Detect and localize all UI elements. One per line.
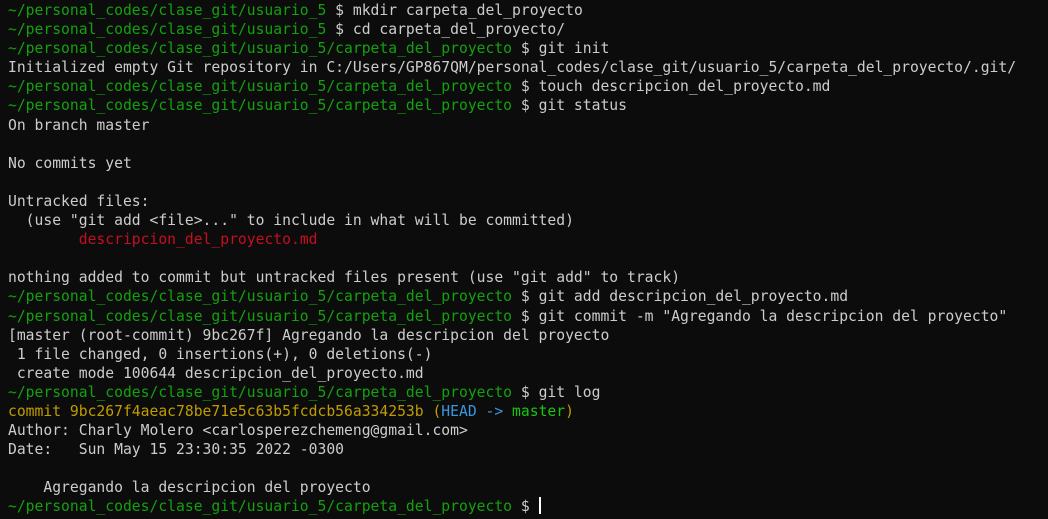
untracked-file-name: descripcion_del_proyecto.md — [78, 231, 318, 249]
terminal-window[interactable]: ~/personal_codes/clase_git/usuario_5 $ m… — [0, 0, 1048, 519]
prompt-symbol: $ — [512, 97, 539, 115]
prompt-symbol: $ — [326, 21, 353, 39]
command-line: ~/personal_codes/clase_git/usuario_5/car… — [8, 307, 1040, 326]
command-text: git status — [538, 97, 627, 115]
output-line: No commits yet — [8, 154, 132, 172]
output-line: Author: Charly Molero <carlosperezchemen… — [8, 422, 468, 440]
prompt-path: ~/personal_codes/clase_git/usuario_5/car… — [8, 40, 513, 58]
untracked-file-line: descripcion_del_proyecto.md — [8, 230, 1040, 249]
prompt-path: ~/personal_codes/clase_git/usuario_5/car… — [8, 97, 513, 115]
output-line: On branch master — [8, 116, 150, 134]
command-text: cd carpeta_del_proyecto/ — [352, 21, 566, 39]
output-line: 1 file changed, 0 insertions(+), 0 delet… — [8, 345, 433, 363]
command-text: git log — [538, 383, 601, 401]
prompt-symbol: $ — [512, 498, 539, 516]
command-text: git init — [538, 40, 610, 58]
output-line: [master (root-commit) 9bc267f] Agregando… — [8, 326, 610, 344]
prompt-path: ~/personal_codes/clase_git/usuario_5 — [8, 21, 327, 39]
prompt-path: ~/personal_codes/clase_git/usuario_5/car… — [8, 498, 513, 516]
prompt-symbol: $ — [512, 40, 539, 58]
command-line: ~/personal_codes/clase_git/usuario_5/car… — [8, 383, 1040, 402]
head-ref: HEAD -> — [441, 402, 513, 420]
prompt-path: ~/personal_codes/clase_git/usuario_5/car… — [8, 307, 513, 325]
branch-ref: master — [512, 402, 566, 420]
command-line: ~/personal_codes/clase_git/usuario_5/car… — [8, 96, 1040, 115]
active-prompt-line[interactable]: ~/personal_codes/clase_git/usuario_5/car… — [8, 497, 1040, 516]
output-line: Agregando la descripcion del proyecto — [8, 479, 371, 497]
commit-line: commit 9bc267f4aeac78be71e5c63b5fcdcb56a… — [8, 402, 1040, 421]
command-text: git add descripcion_del_proyecto.md — [538, 288, 849, 306]
command-text: mkdir carpeta_del_proyecto — [352, 2, 583, 19]
ref-open: ( — [423, 402, 442, 420]
output-line: Initialized empty Git repository in C:/U… — [8, 59, 1017, 77]
prompt-path: ~/personal_codes/clase_git/usuario_5/car… — [8, 288, 513, 306]
prompt-symbol: $ — [326, 2, 353, 19]
prompt-symbol: $ — [512, 78, 539, 96]
text-cursor[interactable] — [538, 497, 541, 515]
command-line: ~/personal_codes/clase_git/usuario_5/car… — [8, 39, 1040, 58]
ref-close: ) — [565, 402, 574, 420]
output-line: nothing added to commit but untracked fi… — [8, 269, 681, 287]
output-line: create mode 100644 descripcion_del_proye… — [8, 364, 424, 382]
output-line: (use "git add <file>..." to include in w… — [8, 212, 574, 230]
output-line: Date: Sun May 15 23:30:35 2022 -0300 — [8, 441, 345, 459]
command-text: touch descripcion_del_proyecto.md — [538, 78, 831, 96]
command-line: ~/personal_codes/clase_git/usuario_5 $ m… — [8, 1, 1040, 20]
prompt-symbol: $ — [512, 307, 539, 325]
output-line: Untracked files: — [8, 192, 150, 210]
commit-hash: commit 9bc267f4aeac78be71e5c63b5fcdcb56a… — [8, 402, 424, 420]
prompt-path: ~/personal_codes/clase_git/usuario_5/car… — [8, 78, 513, 96]
prompt-path: ~/personal_codes/clase_git/usuario_5 — [8, 2, 327, 19]
command-line: ~/personal_codes/clase_git/usuario_5/car… — [8, 287, 1040, 306]
prompt-path: ~/personal_codes/clase_git/usuario_5/car… — [8, 383, 513, 401]
command-text: git commit -m "Agregando la descripcion … — [538, 307, 1008, 325]
prompt-symbol: $ — [512, 383, 539, 401]
prompt-symbol: $ — [512, 288, 539, 306]
command-line: ~/personal_codes/clase_git/usuario_5/car… — [8, 77, 1040, 96]
command-line: ~/personal_codes/clase_git/usuario_5 $ c… — [8, 20, 1040, 39]
